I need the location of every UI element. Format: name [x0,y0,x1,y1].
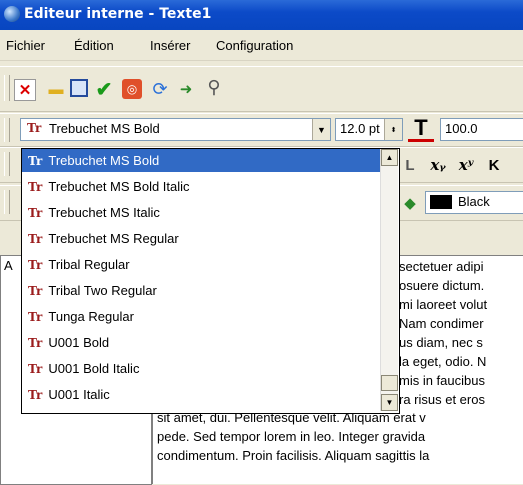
font-option[interactable]: Tr Trebuchet MS Bold [22,149,380,172]
fill-color-icon[interactable]: ◆ [400,193,420,213]
dropdown-scrollbar[interactable]: ▲ ▼ [380,149,398,411]
truetype-icon: Tr [28,309,43,324]
truetype-icon: Tr [28,205,43,220]
truetype-icon: Tr [28,283,43,298]
truetype-icon: Tr [28,335,43,350]
font-size-value: 12.0 pt [340,121,380,136]
zoom-field[interactable]: 100.0 [440,118,523,141]
toolbar-grip[interactable] [4,75,10,101]
menu-inserer[interactable]: Insérer [150,38,190,53]
font-option-label: Tribal Two Regular [48,283,157,298]
scroll-up-icon[interactable]: ▲ [381,149,398,166]
font-option[interactable]: Tr Trebuchet MS Italic [22,201,380,224]
editor-line: us diam, nec s [399,335,483,350]
font-option-label: Trebuchet MS Bold Italic [48,179,190,194]
scrollbar-thumb[interactable] [381,375,398,391]
truetype-icon: Tr [28,387,43,402]
truetype-icon: Tr [28,361,43,376]
font-option[interactable]: Tr Tunga Regular [22,305,380,328]
search-tools-icon[interactable]: ⚲ [204,77,224,97]
title-bar[interactable]: Editeur interne - Texte1 [0,0,523,30]
zoom-value: 100.0 [445,121,478,136]
text-color-icon[interactable]: T [408,115,434,142]
font-option-label: Trebuchet MS Bold [48,153,160,168]
export-icon[interactable]: ➜ [176,79,196,99]
stop-icon[interactable]: ◎ [122,79,142,99]
font-option[interactable]: Tr Tribal Two Regular [22,279,380,302]
main-toolbar: ✕ ▬ ✔ ◎ ⟳ ➜ ⚲ [0,66,523,112]
font-option[interactable]: Tr Trebuchet MS Bold Italic [22,175,380,198]
font-dropdown-list[interactable]: Tr Trebuchet MS Bold Tr Trebuchet MS Bold … [21,148,400,414]
editor-line: la eget, odio. N [399,354,487,369]
underline-icon[interactable]: L [400,155,420,175]
check-icon[interactable]: ✔ [94,79,114,101]
superscript-icon[interactable]: xʸ [456,155,476,175]
menu-fichier[interactable]: Fichier [6,38,45,53]
menu-bar: Fichier Édition Insérer Configuration [0,30,523,61]
truetype-icon: Tr [28,257,43,272]
font-size-spinner[interactable]: 12.0 pt ⬍ [335,118,403,141]
scroll-down-icon[interactable]: ▼ [381,394,398,411]
format-toolbar-grip[interactable] [4,118,10,142]
editor-line: mi laoreet volut [399,297,488,312]
font-option-label: Tribal Regular [48,257,130,272]
truetype-icon: Tr [28,153,43,168]
editor-line: osuere dictum. [399,278,485,293]
font-option-label: Tunga Regular [48,309,134,324]
font-option-label: U001 Bold Italic [48,361,140,376]
editor-line: ra risus et eros [399,392,485,407]
color-combobox[interactable]: Black [425,191,523,214]
font-combobox-value: Trebuchet MS Bold [49,121,160,136]
editor-line: mis in faucibus [399,373,485,388]
font-option-label: U001 Bold [48,335,110,350]
font-option[interactable]: Tr U001 Italic [22,383,380,406]
open-folder-icon[interactable]: ▬ [46,79,66,99]
editor-line: condimentum. Proin facilisis. Aliquam sa… [157,448,430,463]
truetype-icon: Tr [28,179,43,194]
subscript-icon[interactable]: xᵧ [428,155,448,175]
font-option[interactable]: Tr U001 Bold [22,331,380,354]
style-toolbar-grip[interactable] [4,152,10,176]
truetype-icon: Tr [27,121,42,135]
delete-doc-icon[interactable]: ✕ [14,79,36,101]
color-label: Black [458,194,490,209]
truetype-icon: Tr [28,231,43,246]
font-combobox[interactable]: Tr Trebuchet MS Bold ▼ [20,118,331,141]
spinner-arrows-icon[interactable]: ⬍ [384,119,402,140]
font-option[interactable]: Tr Tribal Regular [22,253,380,276]
editor-line: sectetuer adipi [399,259,484,274]
font-option-label: Trebuchet MS Italic [48,205,160,220]
color-swatch [430,195,452,209]
font-option[interactable]: Tr Trebuchet MS Regular [22,227,380,250]
font-option[interactable]: Tr U001 Bold Italic [22,357,380,380]
refresh-icon[interactable]: ⟳ [150,79,170,99]
left-panel-label: A [4,258,13,273]
editor-line: pede. Sed tempor lorem in leo. Integer g… [157,429,426,444]
small-caps-icon[interactable]: K [484,155,504,175]
menu-edition[interactable]: Édition [74,38,114,53]
editor-line: Nam condimer [399,316,484,331]
format-toolbar: Tr Trebuchet MS Bold ▼ 12.0 pt ⬍ T 100.0 [0,113,523,147]
font-option-label: U001 Italic [48,387,110,402]
save-disk-icon[interactable] [70,79,88,97]
window-title: Editeur interne - Texte1 [24,6,212,22]
font-option-label: Trebuchet MS Regular [48,231,179,246]
color-toolbar-grip[interactable] [4,190,10,214]
app-icon [4,6,20,22]
menu-configuration[interactable]: Configuration [216,38,293,53]
chevron-down-icon[interactable]: ▼ [312,119,330,140]
